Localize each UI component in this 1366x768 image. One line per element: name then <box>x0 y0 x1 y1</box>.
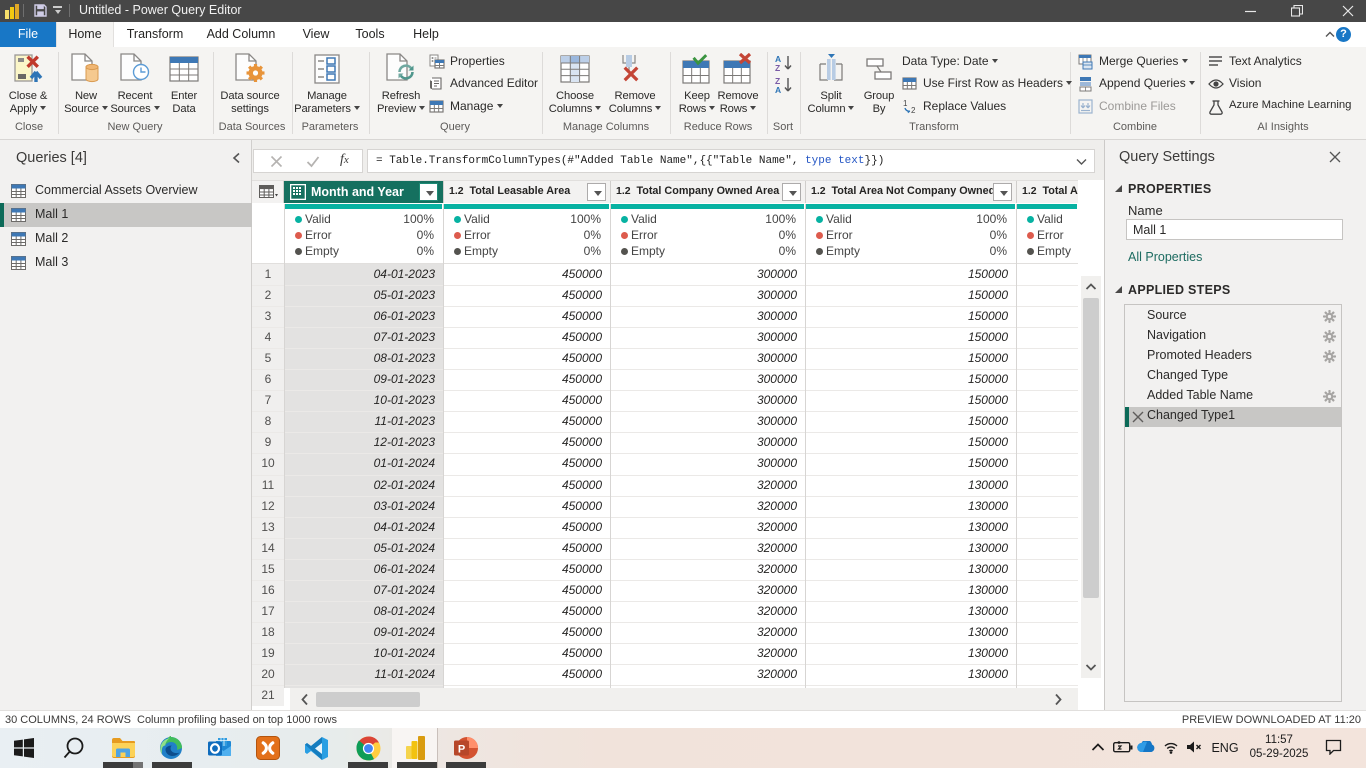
svg-text:Z: Z <box>775 63 780 72</box>
svg-text:2: 2 <box>911 106 916 115</box>
svg-text:A: A <box>775 85 781 94</box>
svg-text:P: P <box>458 744 465 756</box>
svg-text:1: 1 <box>903 99 908 108</box>
